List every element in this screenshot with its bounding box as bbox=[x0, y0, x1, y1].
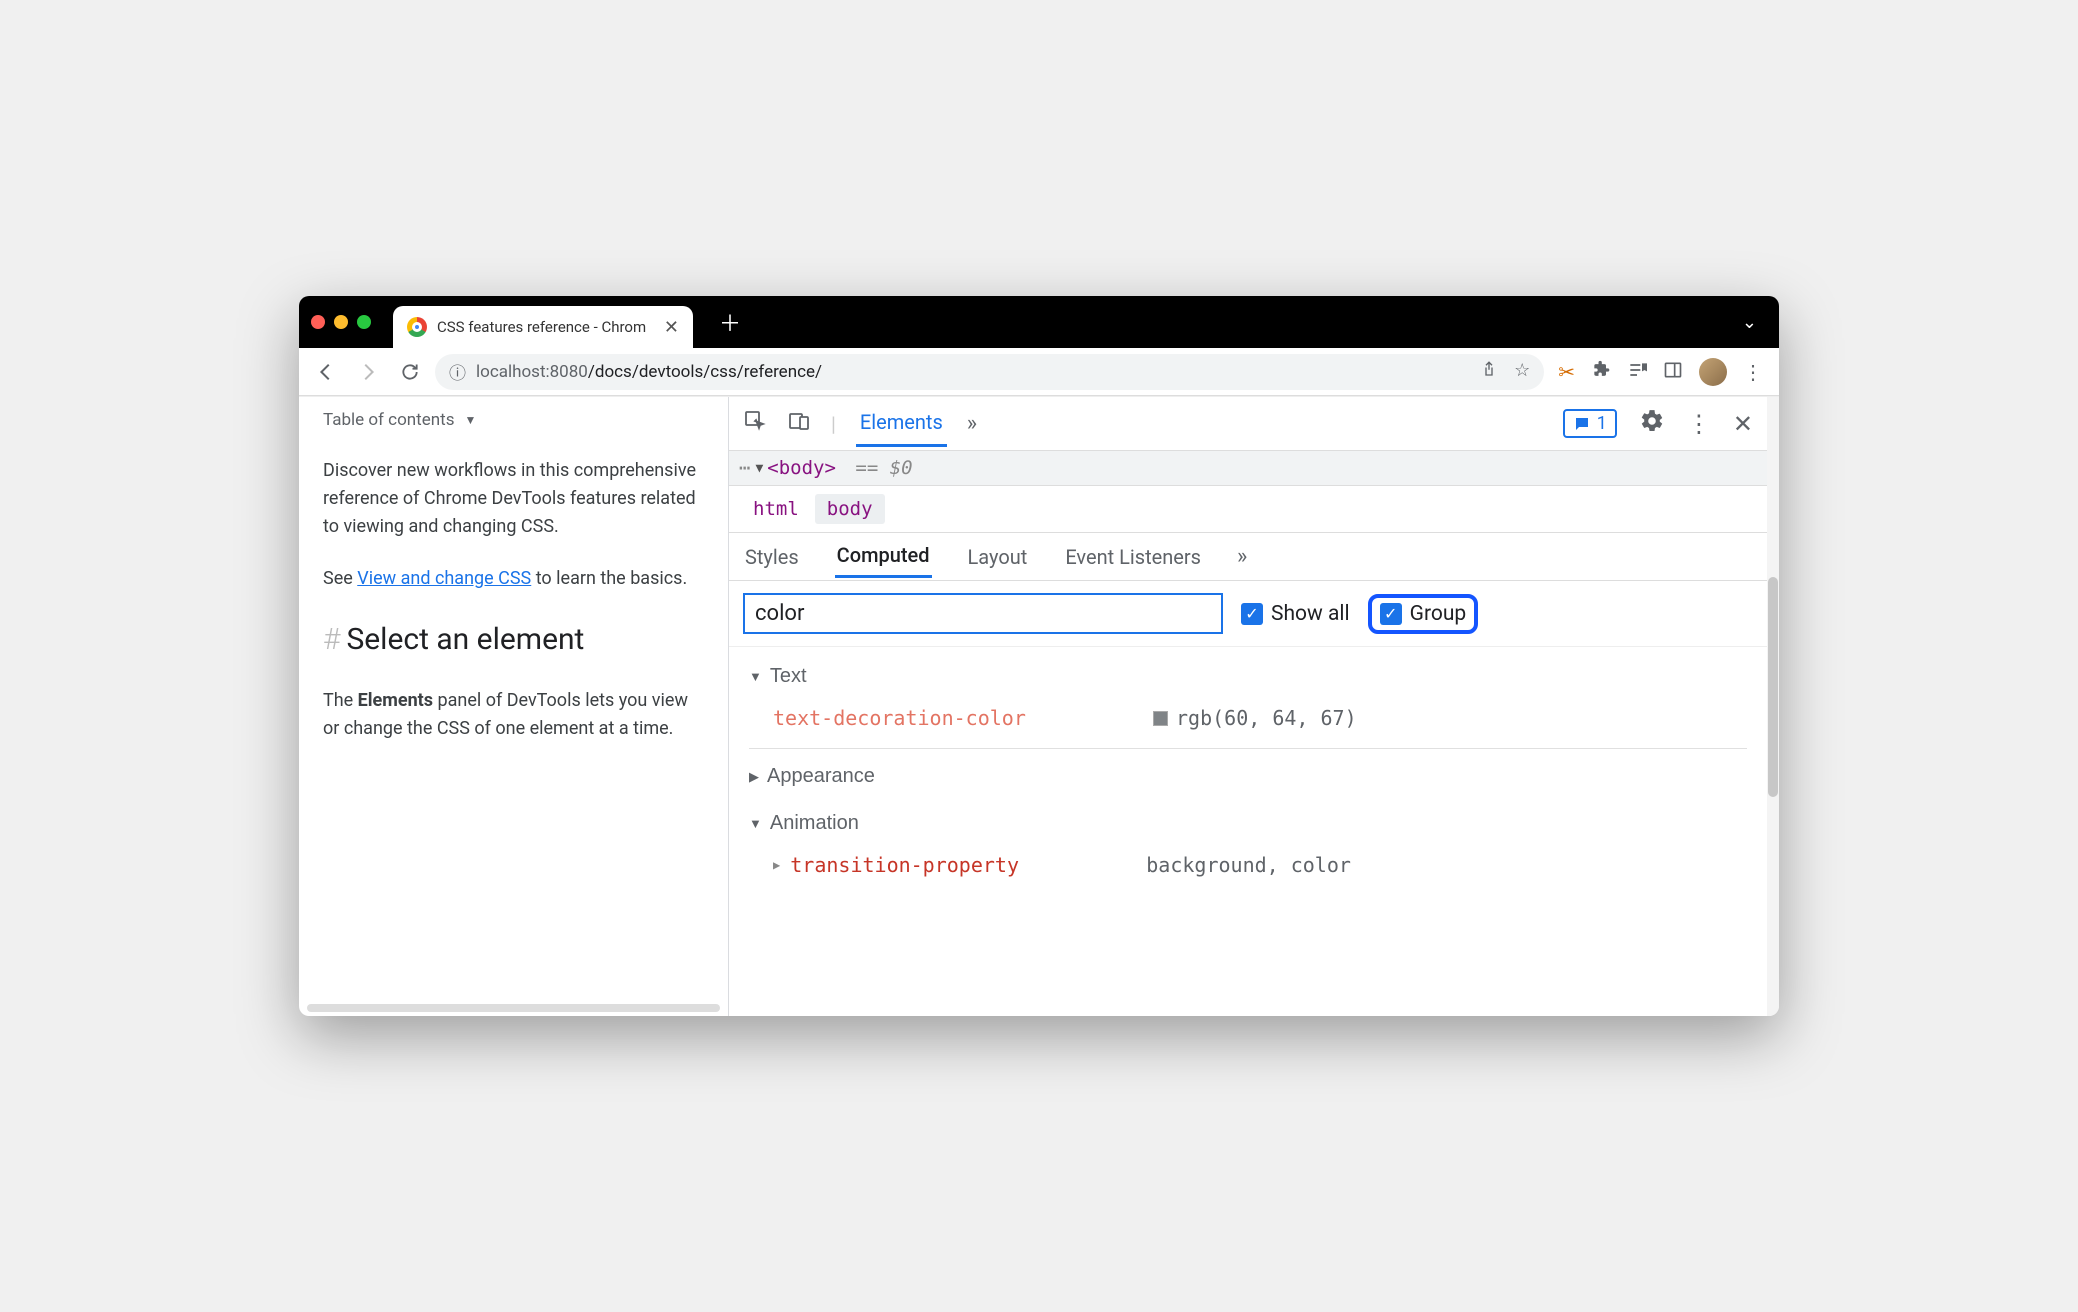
messages-count: 1 bbox=[1597, 413, 1607, 434]
tab-title: CSS features reference - Chrom bbox=[437, 318, 654, 336]
property-value: rgb(60, 64, 67) bbox=[1153, 706, 1357, 730]
dom-breadcrumb: html body bbox=[729, 486, 1767, 533]
triangle-down-icon: ▼ bbox=[749, 669, 762, 684]
scissors-icon[interactable]: ✂ bbox=[1558, 360, 1575, 384]
horizontal-scrollbar[interactable] bbox=[307, 1004, 720, 1012]
collapsed-indicator: ⋯ bbox=[739, 457, 751, 479]
chrome-favicon-icon bbox=[407, 317, 427, 337]
site-info-icon[interactable]: ⓘ bbox=[449, 359, 466, 384]
devtools-panel: | Elements » 1 ⋮ ✕ ⋯ ▼ <b bbox=[729, 397, 1767, 1016]
group-animation: ▼ Animation ▶ transition-property backgr… bbox=[749, 804, 1747, 895]
omnibox-actions: ☆ bbox=[1480, 360, 1530, 383]
subtab-event-listeners[interactable]: Event Listeners bbox=[1063, 537, 1203, 577]
dom-body-tag: <body> bbox=[767, 457, 836, 479]
profile-avatar[interactable] bbox=[1699, 358, 1727, 386]
menu-button[interactable]: ⋮ bbox=[1743, 360, 1763, 384]
elements-paragraph: The Elements panel of DevTools lets you … bbox=[323, 687, 704, 743]
group-appearance: ▶ Appearance bbox=[749, 757, 1747, 796]
see-paragraph: See View and change CSS to learn the bas… bbox=[323, 565, 704, 593]
url-text: localhost:8080/docs/devtools/css/referen… bbox=[476, 362, 822, 382]
scrollbar-thumb[interactable] bbox=[1768, 577, 1778, 797]
group-animation-label: Animation bbox=[770, 812, 859, 835]
close-window-button[interactable] bbox=[311, 315, 325, 329]
intro-paragraph: Discover new workflows in this comprehen… bbox=[323, 457, 704, 541]
vertical-scrollbar[interactable] bbox=[1767, 397, 1779, 1016]
checkbox-checked-icon: ✓ bbox=[1241, 603, 1263, 625]
more-tabs-icon[interactable]: » bbox=[967, 411, 977, 436]
color-swatch-icon[interactable] bbox=[1153, 711, 1168, 726]
triangle-right-icon: ▶ bbox=[749, 769, 759, 785]
tab-elements[interactable]: Elements bbox=[856, 400, 947, 447]
group-animation-header[interactable]: ▼ Animation bbox=[749, 804, 1747, 843]
content-area: Table of contents ▼ Discover new workflo… bbox=[299, 396, 1779, 1016]
more-subtabs-icon[interactable]: » bbox=[1237, 544, 1247, 569]
dom-selected-indicator: == $0 bbox=[855, 457, 912, 479]
devtools-toolbar: | Elements » 1 ⋮ ✕ bbox=[729, 397, 1767, 451]
property-value: background, color bbox=[1146, 853, 1351, 877]
reading-list-icon[interactable] bbox=[1627, 360, 1647, 384]
triangle-down-icon: ▼ bbox=[749, 816, 762, 831]
dom-tree-row[interactable]: ⋯ ▼ <body> == $0 bbox=[729, 451, 1767, 486]
bookmark-icon[interactable]: ☆ bbox=[1514, 360, 1530, 383]
group-label: Group bbox=[1410, 602, 1467, 626]
devtools-wrap: | Elements » 1 ⋮ ✕ ⋯ ▼ <b bbox=[729, 397, 1779, 1016]
subtab-computed[interactable]: Computed bbox=[835, 535, 932, 578]
subtab-layout[interactable]: Layout bbox=[966, 537, 1030, 577]
computed-properties: ▼ Text text-decoration-color rgb(60, 64,… bbox=[729, 647, 1767, 923]
group-appearance-header[interactable]: ▶ Appearance bbox=[749, 757, 1747, 796]
crumb-html[interactable]: html bbox=[741, 494, 811, 524]
property-name: transition-property bbox=[790, 853, 1146, 877]
toc-toggle[interactable]: Table of contents ▼ bbox=[323, 407, 704, 433]
window-controls bbox=[311, 315, 371, 329]
side-panel-icon[interactable] bbox=[1663, 360, 1683, 384]
view-change-css-link[interactable]: View and change CSS bbox=[357, 568, 531, 589]
crumb-body[interactable]: body bbox=[815, 494, 885, 524]
browser-window: CSS features reference - Chrom ✕ ＋ ⌄ ⓘ l… bbox=[299, 296, 1779, 1016]
property-name: text-decoration-color bbox=[773, 706, 1153, 730]
prop-text-decoration-color[interactable]: text-decoration-color rgb(60, 64, 67) bbox=[749, 696, 1747, 749]
maximize-window-button[interactable] bbox=[357, 315, 371, 329]
group-checkbox[interactable]: ✓ Group bbox=[1368, 594, 1479, 634]
anchor-hash[interactable]: # bbox=[323, 622, 340, 657]
settings-icon[interactable] bbox=[1639, 408, 1665, 439]
toc-label: Table of contents bbox=[323, 407, 454, 433]
filter-input[interactable] bbox=[743, 593, 1223, 634]
toolbar: ⓘ localhost:8080/docs/devtools/css/refer… bbox=[299, 348, 1779, 396]
triangle-right-icon[interactable]: ▶ bbox=[773, 858, 780, 872]
show-all-label: Show all bbox=[1271, 602, 1350, 626]
forward-button[interactable] bbox=[351, 355, 385, 389]
kebab-menu-icon[interactable]: ⋮ bbox=[1687, 410, 1711, 438]
checkbox-checked-icon: ✓ bbox=[1380, 603, 1402, 625]
minimize-window-button[interactable] bbox=[334, 315, 348, 329]
extensions-icon[interactable] bbox=[1591, 360, 1611, 384]
toolbar-right: ✂ ⋮ bbox=[1552, 358, 1769, 386]
subtab-styles[interactable]: Styles bbox=[743, 537, 801, 577]
chevron-down-icon: ▼ bbox=[464, 411, 476, 430]
messages-badge[interactable]: 1 bbox=[1563, 409, 1617, 438]
group-appearance-label: Appearance bbox=[767, 765, 875, 788]
browser-tab[interactable]: CSS features reference - Chrom ✕ bbox=[393, 306, 693, 348]
section-heading: #Select an element bbox=[323, 617, 704, 664]
group-text-header[interactable]: ▼ Text bbox=[749, 657, 1747, 696]
tab-close-button[interactable]: ✕ bbox=[664, 317, 679, 338]
page-content: Table of contents ▼ Discover new workflo… bbox=[299, 397, 729, 1016]
computed-filter-row: ✓ Show all ✓ Group bbox=[729, 581, 1767, 647]
tabs-dropdown-button[interactable]: ⌄ bbox=[1742, 312, 1767, 333]
styles-subtabs: Styles Computed Layout Event Listeners » bbox=[729, 533, 1767, 581]
back-button[interactable] bbox=[309, 355, 343, 389]
inspect-element-icon[interactable] bbox=[743, 409, 767, 438]
device-toolbar-icon[interactable] bbox=[787, 409, 811, 438]
expand-triangle-icon[interactable]: ▼ bbox=[755, 461, 763, 476]
reload-button[interactable] bbox=[393, 355, 427, 389]
share-icon[interactable] bbox=[1480, 360, 1498, 383]
group-text-label: Text bbox=[770, 665, 807, 688]
group-text: ▼ Text text-decoration-color rgb(60, 64,… bbox=[749, 657, 1747, 749]
titlebar: CSS features reference - Chrom ✕ ＋ ⌄ bbox=[299, 296, 1779, 348]
prop-transition-property[interactable]: ▶ transition-property background, color bbox=[749, 843, 1747, 895]
new-tab-button[interactable]: ＋ bbox=[719, 306, 741, 338]
show-all-checkbox[interactable]: ✓ Show all bbox=[1241, 602, 1350, 626]
address-bar[interactable]: ⓘ localhost:8080/docs/devtools/css/refer… bbox=[435, 354, 1544, 390]
close-devtools-icon[interactable]: ✕ bbox=[1733, 410, 1753, 438]
